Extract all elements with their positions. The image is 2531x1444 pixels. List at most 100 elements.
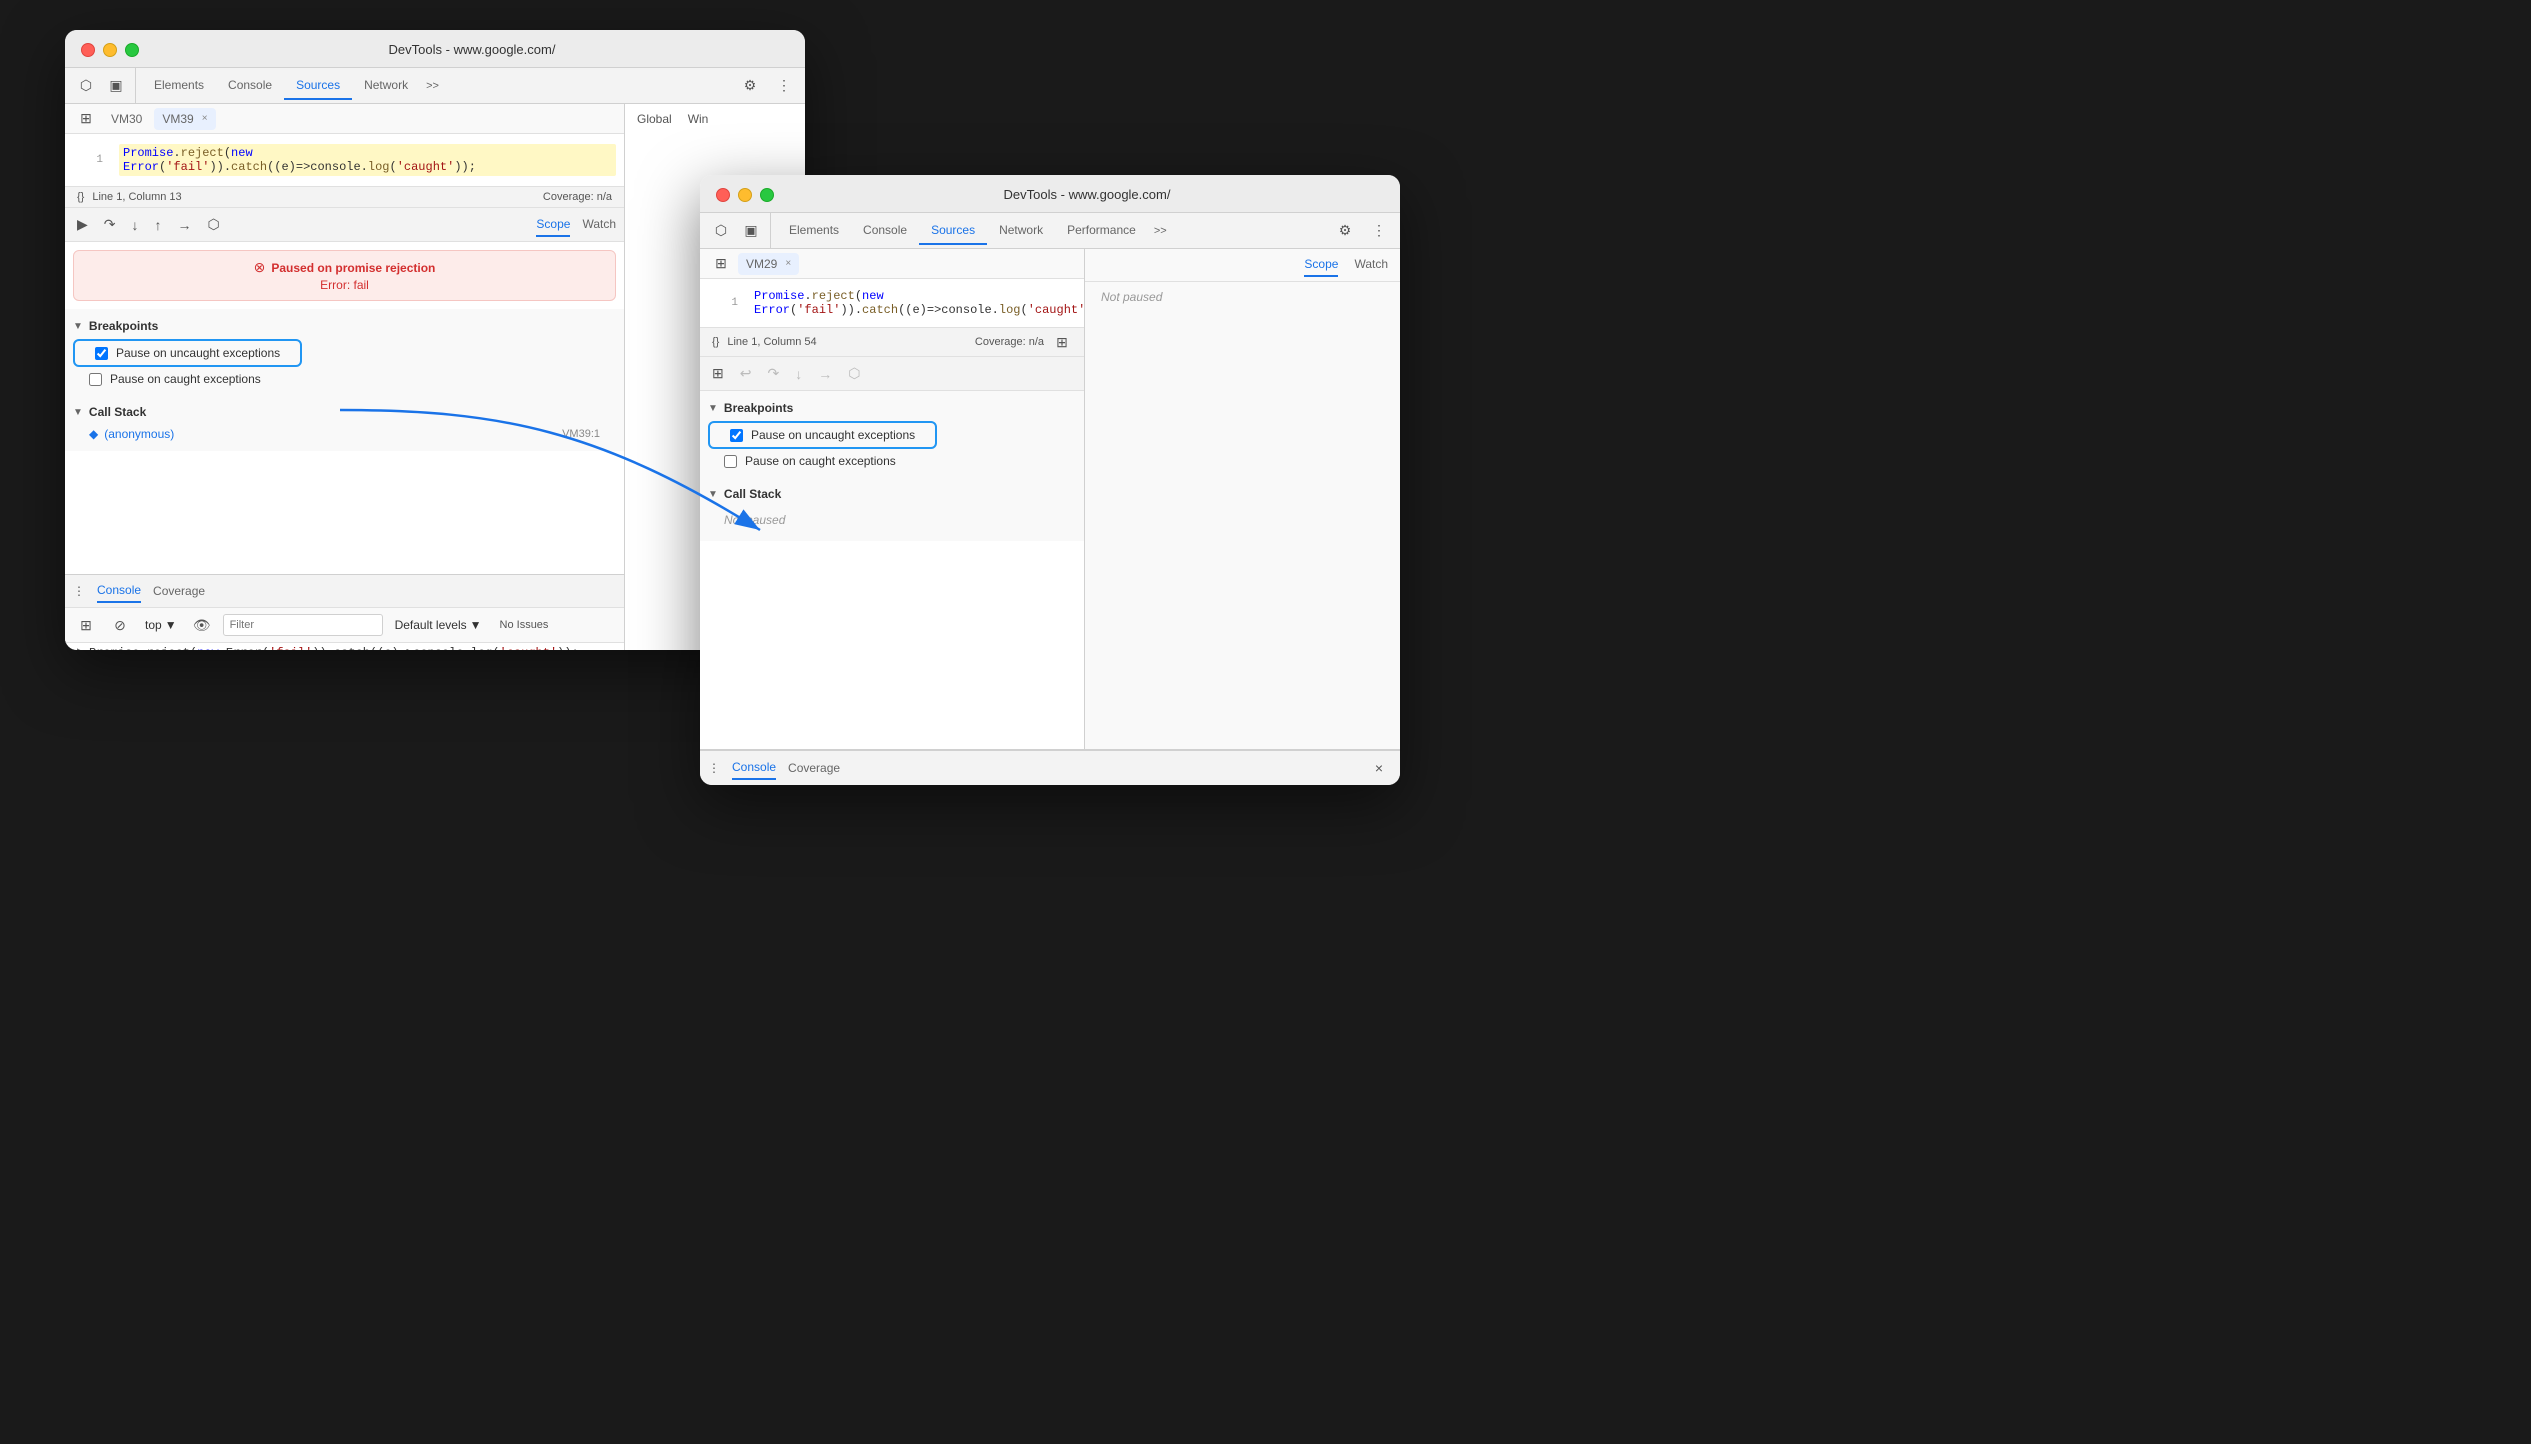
console-dots-2[interactable]: ⋮ xyxy=(708,761,720,775)
step-into-btn-2: ↓ xyxy=(791,364,806,384)
breakpoints-arrow-2: ▼ xyxy=(708,403,718,414)
breakpoint-uncaught-check-1[interactable] xyxy=(95,347,108,360)
subtab-bar-1: ⊞ VM30 VM39 × xyxy=(65,104,624,134)
top-dropdown-1[interactable]: top ▼ xyxy=(141,616,181,634)
close-vm29[interactable]: × xyxy=(785,258,791,269)
tab-network-2[interactable]: Network xyxy=(987,217,1055,245)
three-dots-icon-1[interactable]: ⋮ xyxy=(771,73,797,99)
titlebar-2: DevTools - www.google.com/ xyxy=(700,175,1400,213)
tab-console-2[interactable]: Console xyxy=(851,217,919,245)
eye-btn-1[interactable]: 👁 xyxy=(189,612,215,638)
levels-dropdown-1[interactable]: Default levels ▼ xyxy=(391,616,486,634)
device-icon-2[interactable]: ▣ xyxy=(738,218,764,244)
close-button-1[interactable] xyxy=(81,43,95,57)
step-over-btn-2: ↷ xyxy=(763,363,783,384)
coverage-expand-2[interactable]: ⊞ xyxy=(1052,332,1072,352)
sidebar-toggle-1[interactable]: ⊞ xyxy=(73,106,99,132)
subtab-vm39[interactable]: VM39 × xyxy=(154,108,215,130)
console-tab-coverage-2[interactable]: Coverage xyxy=(788,757,840,779)
device-icon[interactable]: ▣ xyxy=(103,73,129,99)
subtab-vm30[interactable]: VM30 xyxy=(103,108,150,130)
breakpoint-uncaught-check-2[interactable] xyxy=(730,429,743,442)
console-block-btn-1[interactable]: ⊘ xyxy=(107,612,133,638)
breakpoint-caught-2: Pause on caught exceptions xyxy=(708,451,1076,471)
left-panel-1: ⊞ VM30 VM39 × 1 Promise.reject(new Error… xyxy=(65,104,625,650)
call-stack-header-1[interactable]: ▼ Call Stack xyxy=(73,401,616,423)
three-dots-icon-2[interactable]: ⋮ xyxy=(1366,218,1392,244)
console-header-1: ⋮ Console Coverage xyxy=(65,575,624,608)
tab-performance-2[interactable]: Performance xyxy=(1055,217,1148,245)
scope-tab-2[interactable]: Scope xyxy=(1304,253,1338,277)
step-back-btn-2: ↩ xyxy=(736,363,756,384)
watch-tab-2[interactable]: Watch xyxy=(1354,253,1388,277)
call-stack-arrow-2: ▼ xyxy=(708,489,718,500)
tab-console-1[interactable]: Console xyxy=(216,72,284,100)
console-tab-console-2[interactable]: Console xyxy=(732,756,776,780)
sidebar-toggle-2[interactable]: ⊞ xyxy=(708,251,734,277)
tab-elements-2[interactable]: Elements xyxy=(777,217,851,245)
not-paused-callstack-2: Not paused xyxy=(708,505,1076,535)
tab-sources-1[interactable]: Sources xyxy=(284,72,352,100)
breakpoint-uncaught-1: Pause on uncaught exceptions xyxy=(79,343,296,363)
inspect-icon[interactable]: ⬡ xyxy=(73,73,99,99)
content-area-2: ⊞ VM29 × 1 Promise.reject(new Error('fai… xyxy=(700,249,1400,749)
gear-icon-1[interactable]: ⚙ xyxy=(737,73,763,99)
console-log-1: ▶ Promise.reject(new Error('fail')).catc… xyxy=(65,643,624,650)
tab-sources-2[interactable]: Sources xyxy=(919,217,987,245)
filter-input-1[interactable] xyxy=(223,614,383,636)
minimize-button-2[interactable] xyxy=(738,188,752,202)
console-dots-1[interactable]: ⋮ xyxy=(73,584,85,598)
resume-btn-1[interactable]: ▶ xyxy=(73,214,92,235)
scope-tab-1[interactable]: Scope xyxy=(536,213,570,237)
main-layout-1: ⊞ VM30 VM39 × 1 Promise.reject(new Error… xyxy=(65,104,805,650)
console-bottom-1: ⋮ Console Coverage ⊞ ⊘ top ▼ 👁 Default l… xyxy=(65,574,624,650)
breakpoint-uncaught-2: Pause on uncaught exceptions xyxy=(714,425,931,445)
log-arrow-1[interactable]: ▶ xyxy=(77,646,83,650)
call-stack-arrow-1: ▼ xyxy=(73,407,83,418)
step-over-btn-1[interactable]: ↷ xyxy=(100,214,120,235)
coverage-1: Coverage: n/a xyxy=(543,191,612,203)
main-tab-bar-1: Elements Console Sources Network >> xyxy=(142,72,445,100)
gear-icon-2[interactable]: ⚙ xyxy=(1332,218,1358,244)
call-stack-section-1: ▼ Call Stack ◆ (anonymous) VM39:1 xyxy=(65,395,624,451)
maximize-button-2[interactable] xyxy=(760,188,774,202)
step-into-btn-1[interactable]: ↓ xyxy=(128,215,143,235)
code-line-2: 1 Promise.reject(new Error('fail')).catc… xyxy=(700,287,1084,319)
maximize-button-1[interactable] xyxy=(125,43,139,57)
resume-btn-2[interactable]: ⊞ xyxy=(708,363,728,384)
console-tab-coverage-1[interactable]: Coverage xyxy=(153,580,205,602)
dropdown-arrow-1: ▼ xyxy=(165,618,177,632)
no-issues-1: No Issues xyxy=(494,617,555,633)
deactivate-btn-1[interactable]: ⬡ xyxy=(204,214,224,235)
tab-elements-1[interactable]: Elements xyxy=(142,72,216,100)
breakpoint-caught-1: Pause on caught exceptions xyxy=(73,369,616,389)
window-title-1: DevTools - www.google.com/ xyxy=(155,42,789,57)
watch-tab-1[interactable]: Watch xyxy=(582,213,616,237)
log-text-1: Promise.reject(new Error('fail')).catch(… xyxy=(89,646,579,650)
breakpoints-arrow-1: ▼ xyxy=(73,321,83,332)
breakpoints-header-2[interactable]: ▼ Breakpoints xyxy=(708,397,1076,419)
traffic-lights-1 xyxy=(81,43,139,57)
breakpoint-caught-check-2[interactable] xyxy=(724,455,737,468)
call-stack-header-2[interactable]: ▼ Call Stack xyxy=(708,483,1076,505)
step-btn-1[interactable]: → xyxy=(174,215,196,235)
close-vm39[interactable]: × xyxy=(202,113,208,124)
breakpoint-caught-check-1[interactable] xyxy=(89,373,102,386)
pause-title-1: Paused on promise rejection xyxy=(271,261,435,275)
console-close-2[interactable]: × xyxy=(1366,755,1392,781)
close-button-2[interactable] xyxy=(716,188,730,202)
console-sidebar-btn-1[interactable]: ⊞ xyxy=(73,612,99,638)
minimize-button-1[interactable] xyxy=(103,43,117,57)
more-tabs-btn-1[interactable]: >> xyxy=(420,78,445,94)
console-tab-console-1[interactable]: Console xyxy=(97,579,141,603)
subtab-bar-2: ⊞ VM29 × xyxy=(700,249,1084,279)
console-toolbar-1: ⊞ ⊘ top ▼ 👁 Default levels ▼ No Issues xyxy=(65,608,624,643)
subtab-vm29[interactable]: VM29 × xyxy=(738,253,799,275)
code-area-2: 1 Promise.reject(new Error('fail')).catc… xyxy=(700,279,1084,327)
tab-network-1[interactable]: Network xyxy=(352,72,420,100)
more-tabs-btn-2[interactable]: >> xyxy=(1148,223,1173,239)
step-out-btn-1[interactable]: ↑ xyxy=(151,215,166,235)
inspect-icon-2[interactable]: ⬡ xyxy=(708,218,734,244)
pause-banner-1: ⊗ Paused on promise rejection Error: fai… xyxy=(73,250,616,301)
breakpoints-header-1[interactable]: ▼ Breakpoints xyxy=(73,315,616,337)
